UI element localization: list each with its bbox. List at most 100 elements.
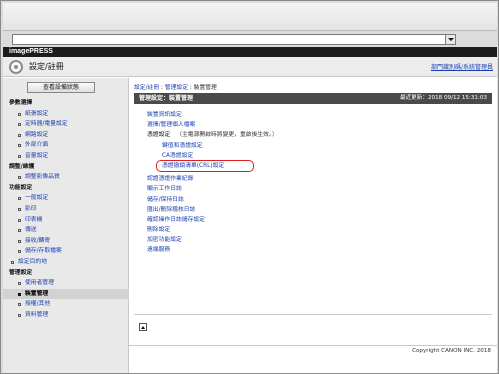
sidebar-item[interactable]: 接收/轉寄 (3, 236, 129, 247)
bullet-icon (18, 154, 21, 158)
sidebar-item[interactable]: 一般設定 (3, 193, 129, 204)
sidebar-item-label: 調整/維護 (9, 163, 35, 170)
sidebar-item-label: 印表機 (25, 216, 43, 223)
sidebar-item[interactable]: 網路設定 (3, 130, 129, 141)
sidebar-item-label: 網路設定 (25, 131, 49, 138)
menu-item-label: 顯示工作日誌 (147, 186, 182, 193)
menu-item[interactable]: 遠端服務 (147, 245, 447, 255)
bullet-icon (18, 229, 21, 233)
sidebar-item-label: 定時器/電量設定 (25, 121, 68, 128)
title-bar: 設定/註冊 部門識別碼/系統管理員 (3, 57, 497, 77)
sidebar-item-label: 調整影像品質 (25, 174, 60, 181)
sidebar-item-label: 音量設定 (25, 152, 49, 159)
sidebar-item[interactable]: 定時器/電量設定 (3, 119, 129, 130)
breadcrumb-management-link[interactable]: 管理設定 (165, 85, 188, 91)
menu-item[interactable]: 選擇/管理個人檔案 (147, 120, 447, 130)
menu-item[interactable]: 刪除設定 (147, 225, 447, 235)
sidebar-item: 功能設定 (3, 183, 129, 194)
page-title: 設定/註冊 (29, 62, 64, 71)
sidebar-item[interactable]: 印表機 (3, 215, 129, 226)
sidebar-item-label: 外部介面 (25, 142, 49, 149)
menu-item-label: 鍵值和憑證設定 (162, 142, 203, 149)
sidebar-item-label: 一般設定 (25, 195, 49, 202)
sidebar-item-label: 設定目的地 (18, 258, 47, 265)
sidebar-item-label: 參數選擇 (9, 100, 33, 106)
sidebar-item[interactable]: 設定目的地 (3, 257, 129, 268)
back-to-top-button[interactable] (139, 323, 147, 331)
footer-copyright: Copyright CANON INC. 2018 (129, 345, 497, 357)
chevron-down-icon (447, 38, 454, 41)
sidebar-item[interactable]: 資料管理 (3, 310, 129, 321)
sidebar-item[interactable]: 音量設定 (3, 151, 129, 162)
sidebar-item-label: 儲存/存取檔案 (25, 248, 62, 255)
menu-item-note: （主電源開啟時將變更，重啟後生效。） (176, 132, 278, 139)
menu-item[interactable]: 加密功能設定 (147, 235, 447, 245)
menu-item-label: 確認操作日誌儲存設定 (147, 216, 205, 223)
sidebar-item[interactable]: 影印 (3, 204, 129, 215)
menu-item-label: 選擇/管理個人檔案 (147, 122, 196, 129)
sidebar-item: 管理設定 (3, 268, 129, 279)
bullet-icon (18, 303, 21, 307)
breadcrumb-settings-link[interactable]: 設定/註冊 (134, 85, 159, 91)
menu-item[interactable]: 鍵值和憑證設定 (147, 141, 447, 151)
bullet-icon (18, 133, 21, 137)
sidebar-item-label: 傳送 (25, 227, 37, 234)
sidebar: 查看設備狀態 參數選擇紙張設定定時器/電量設定 網路設定外部介面音量設定調整/維護… (3, 78, 129, 373)
sidebar-item-label: 紙張設定 (25, 110, 49, 117)
menu-item-label: 裝置資訊設定 (147, 112, 182, 118)
remote-ui-page: imagePRESS 設定/註冊 部門識別碼/系統管理員 查看設備狀態 參數選擇… (3, 47, 497, 373)
sidebar-item[interactable]: 紙張設定 (3, 109, 129, 120)
sidebar-item[interactable]: 調整影像品質 (3, 172, 129, 183)
menu-item-label: 匯出/刪除稽核日誌 (147, 206, 196, 213)
breadcrumb-current: 裝置管理 (193, 85, 217, 91)
menu-item-label: 遠端服務 (147, 247, 171, 254)
bullet-icon (18, 218, 21, 222)
arrow-up-icon (141, 325, 145, 329)
address-bar[interactable] (12, 34, 456, 45)
menu-item-label: 刪除設定 (147, 227, 171, 234)
crl-settings-link[interactable]: 憑證撤銷清單(CRL)設定 (147, 159, 447, 172)
bullet-icon (18, 282, 21, 286)
menu-item[interactable]: 顯示工作日誌 (147, 184, 447, 194)
address-dropdown-button[interactable] (445, 34, 456, 45)
menu-item[interactable]: 確認操作日誌儲存設定 (147, 215, 447, 225)
sidebar-item[interactable]: 外部介面 (3, 140, 129, 151)
brand-bar: imagePRESS (3, 47, 497, 57)
last-updated-text: 最近更新：2018 09/12 15:31:03 (399, 95, 487, 101)
settings-gear-icon (9, 60, 23, 74)
bullet-icon (18, 144, 21, 148)
breadcrumb: 設定/註冊 : 管理設定 : 裝置管理 (134, 82, 217, 91)
bullet-icon (18, 176, 21, 180)
menu-item-label: 認證憑證作業紀錄 (147, 176, 194, 183)
panel-title: 管理設定：裝置管理 (139, 95, 194, 102)
sidebar-item-label: 授權/其他 (25, 301, 51, 308)
sidebar-item: 參數選擇 (3, 98, 129, 109)
bullet-icon (11, 260, 14, 264)
bullet-icon (18, 239, 21, 243)
main-content: 設定/註冊 : 管理設定 : 裝置管理 管理設定：裝置管理 最近更新：2018 … (134, 78, 492, 358)
menu-item[interactable]: 裝置資訊設定 (147, 110, 447, 120)
sidebar-item-label: 資料管理 (25, 311, 49, 318)
divider (134, 314, 492, 315)
settings-menu: 裝置資訊設定 選擇/管理個人檔案 憑證設定 （主電源開啟時將變更，重啟後生效。） 鍵值和… (147, 110, 447, 256)
admin-login-link[interactable]: 部門識別碼/系統管理員 (431, 62, 493, 71)
sidebar-nav: 參數選擇紙張設定定時器/電量設定 網路設定外部介面音量設定調整/維護調整影像品質功… (3, 98, 129, 320)
menu-item-label: 儲存/保持日誌 (147, 196, 184, 203)
sidebar-item-label: 功能設定 (9, 184, 33, 191)
sidebar-item-label: 裝置管理 (25, 290, 49, 297)
sidebar-item[interactable]: 傳送 (3, 225, 129, 236)
sidebar-item[interactable]: 使用者管理 (3, 278, 129, 289)
check-status-button[interactable]: 查看設備狀態 (27, 82, 95, 93)
menu-item[interactable]: 匯出/刪除稽核日誌 (147, 205, 447, 215)
bullet-icon (18, 250, 21, 254)
panel-header: 管理設定：裝置管理 最近更新：2018 09/12 15:31:03 (134, 93, 492, 104)
menu-item-label: CA憑證設定 (162, 152, 194, 159)
sidebar-item[interactable]: 裝置管理 (3, 288, 129, 300)
menu-item[interactable]: 儲存/保持日誌 (147, 195, 447, 205)
sidebar-item[interactable]: 儲存/存取檔案 (3, 246, 129, 257)
menu-item-label: 加密功能設定 (147, 237, 182, 244)
sidebar-item-label: 管理設定 (9, 269, 33, 276)
highlight-outline (156, 159, 254, 172)
sidebar-item[interactable]: 授權/其他 (3, 299, 129, 310)
menu-item[interactable]: 認證憑證作業紀錄 (147, 174, 447, 184)
